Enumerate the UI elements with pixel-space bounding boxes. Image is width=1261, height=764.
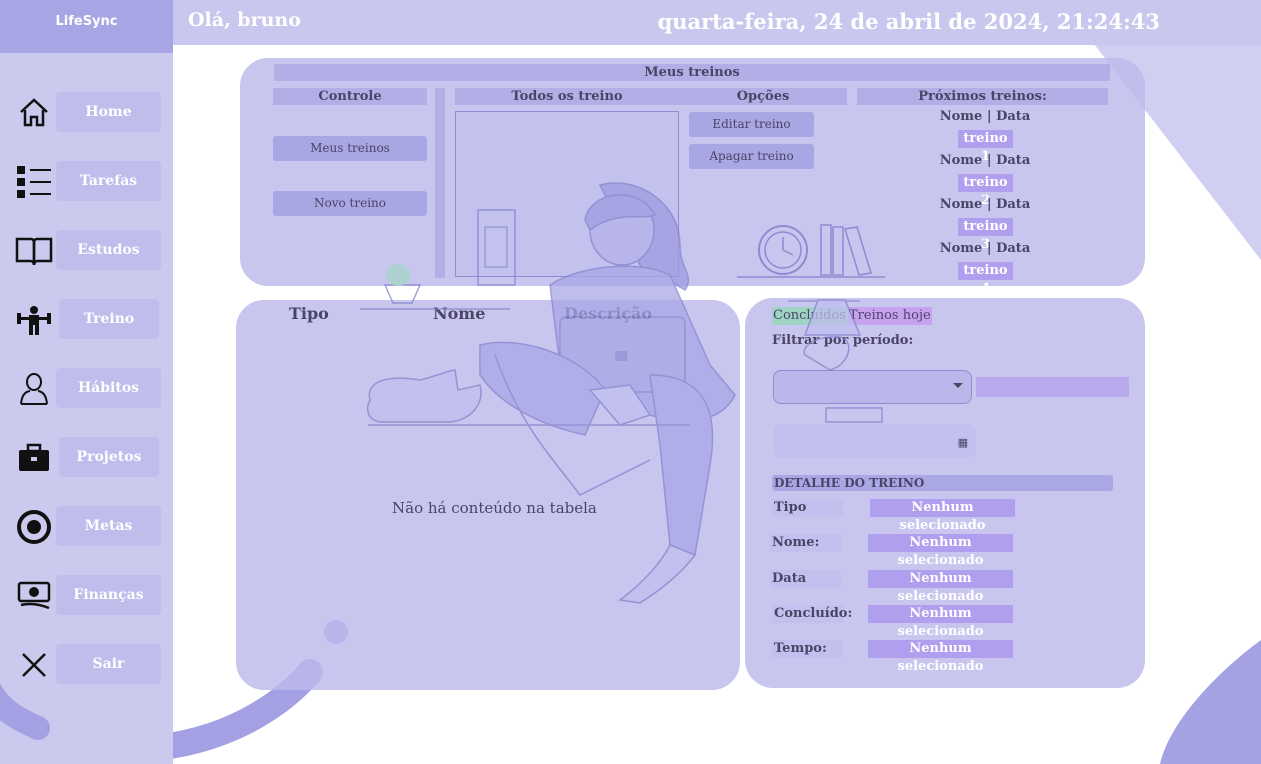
detail-label-nome: Nome: (770, 534, 841, 552)
my-workouts-panel: Meus treinos Controle Todos os treino Op… (240, 58, 1145, 296)
upcoming-workout-2[interactable]: treino 2 (958, 174, 1013, 208)
detail-value-tempo: Nenhum selecionado (868, 640, 1013, 674)
close-icon (14, 647, 54, 683)
vertical-divider (435, 88, 445, 278)
upcoming-workout-4[interactable]: treino 4 (958, 262, 1013, 296)
sidebar-item-projetos[interactable]: Projetos (0, 437, 173, 479)
bookshelf-illustration (737, 224, 885, 278)
tab-completed[interactable]: Concluídos (772, 307, 847, 325)
money-icon (14, 578, 54, 614)
detail-value-nome: Nenhum selecionado (868, 534, 1013, 568)
filter-value-box[interactable] (976, 377, 1129, 397)
workout-icon (14, 302, 54, 338)
filter-label: Filtrar por período: (772, 333, 914, 348)
detail-label-tipo: Tipo (772, 499, 843, 517)
upcoming-workout-3[interactable]: treino 3 (958, 218, 1013, 252)
sidebar-item-metas[interactable]: Metas (0, 506, 173, 548)
chevron-down-icon (953, 383, 963, 388)
sidebar-item-home[interactable]: Home (0, 92, 173, 134)
upcoming-workout-1[interactable]: treino 1 (958, 130, 1013, 164)
sidebar-item-label[interactable]: Finanças (56, 575, 161, 615)
sidebar-item-label[interactable]: Hábitos (56, 368, 161, 408)
home-icon (14, 95, 54, 131)
edit-workout-button[interactable]: Editar treino (689, 112, 814, 137)
detail-value-concluido: Nenhum selecionado (868, 605, 1013, 639)
person-icon (14, 371, 54, 407)
table-empty-message: Não há conteúdo na tabela (392, 499, 597, 517)
details-panel: Concluídos Treinos hoje Filtrar por perí… (745, 298, 1145, 688)
detail-label-data: Data (770, 570, 841, 588)
upcoming-row-header: Nome | Data (939, 153, 1031, 168)
upcoming-header: Próximos treinos: (918, 89, 1047, 104)
checklist-icon (14, 164, 54, 200)
sidebar-item-sair[interactable]: Sair (0, 644, 173, 686)
period-dropdown[interactable] (773, 370, 972, 404)
column-header-descricao[interactable]: Descrição (564, 304, 652, 323)
sidebar-item-label[interactable]: Treino (59, 299, 159, 339)
briefcase-icon (14, 440, 54, 476)
options-header: Opções (736, 89, 790, 104)
sidebar: LifeSync Home Tarefas Estudos Treino Háb… (0, 0, 173, 764)
column-header-tipo[interactable]: Tipo (289, 304, 329, 323)
detail-value-data: Nenhum selecionado (868, 570, 1013, 604)
greeting-text: Olá, bruno (188, 9, 301, 31)
sidebar-item-treino[interactable]: Treino (0, 299, 173, 341)
upcoming-row-header: Nome | Data (939, 241, 1031, 256)
control-header: Controle (318, 89, 382, 104)
detail-label-concluido: Concluído: (772, 605, 853, 623)
panel-title: Meus treinos (644, 65, 740, 80)
my-workouts-button[interactable]: Meus treinos (273, 136, 427, 161)
column-header-nome[interactable]: Nome (433, 304, 485, 323)
target-icon (14, 509, 54, 545)
sidebar-item-tarefas[interactable]: Tarefas (0, 161, 173, 203)
sidebar-item-label[interactable]: Metas (56, 506, 161, 546)
new-workout-button[interactable]: Novo treino (273, 191, 427, 216)
header-bar: Olá, bruno quarta-feira, 24 de abril de … (173, 0, 1261, 45)
all-workouts-header: Todos os treino (511, 89, 623, 104)
details-title: DETALHE DO TREINO (774, 476, 925, 490)
sidebar-item-label[interactable]: Projetos (59, 437, 159, 477)
sidebar-item-financas[interactable]: Finanças (0, 575, 173, 617)
datetime-text: quarta-feira, 24 de abril de 2024, 21:24… (657, 9, 1160, 34)
calendar-icon[interactable]: ▦ (958, 436, 968, 449)
sidebar-item-estudos[interactable]: Estudos (0, 230, 173, 272)
upcoming-row-header: Nome | Data (939, 197, 1031, 212)
sidebar-item-label[interactable]: Tarefas (56, 161, 161, 201)
sidebar-item-habitos[interactable]: Hábitos (0, 368, 173, 410)
delete-workout-button[interactable]: Apagar treino (689, 144, 814, 169)
detail-value-tipo: Nenhum selecionado (870, 499, 1015, 533)
all-workouts-list[interactable] (455, 111, 679, 277)
upcoming-row-header: Nome | Data (939, 109, 1031, 124)
detail-label-tempo: Tempo: (772, 640, 843, 658)
tab-today[interactable]: Treinos hoje (848, 307, 932, 325)
workouts-table-panel: Tipo Nome Descrição Não há conteúdo na t… (236, 300, 740, 690)
book-icon (14, 233, 54, 269)
sidebar-item-label[interactable]: Estudos (56, 230, 161, 270)
date-picker[interactable]: ▦ (773, 424, 976, 458)
sidebar-item-label[interactable]: Sair (56, 644, 161, 684)
app-brand: LifeSync (0, 0, 173, 53)
sidebar-item-label[interactable]: Home (56, 92, 161, 132)
